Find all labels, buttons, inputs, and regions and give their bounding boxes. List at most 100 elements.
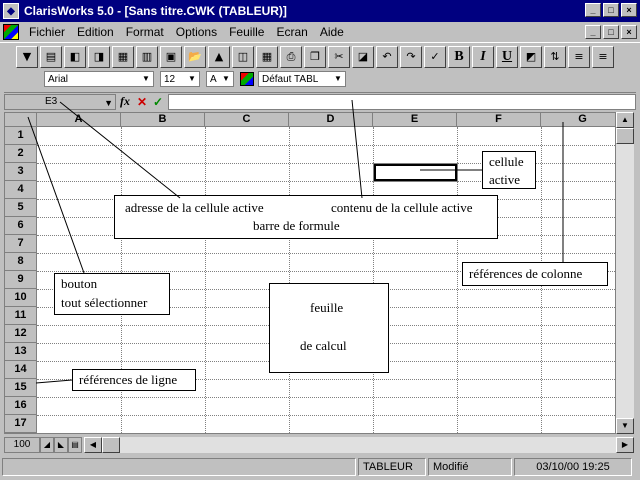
row-header-17[interactable]: 17 <box>5 415 37 433</box>
column-header-g[interactable]: G <box>541 113 615 127</box>
row-header-9[interactable]: 9 <box>5 271 37 289</box>
menu-format[interactable]: Format <box>120 25 170 39</box>
text-color-select[interactable]: A ▼ <box>206 71 234 87</box>
open-folder-icon[interactable]: ▲ <box>208 45 230 68</box>
scroll-left-icon[interactable]: ◀ <box>84 437 102 453</box>
hscroll-thumb[interactable] <box>102 437 120 453</box>
new-communication-icon[interactable]: ▣ <box>160 45 182 68</box>
annotation-column-refs: références de colonne <box>462 262 608 286</box>
row-header-10[interactable]: 10 <box>5 289 37 307</box>
new-spreadsheet-icon[interactable]: ▦ <box>112 45 134 68</box>
toolbar-menu-dropdown[interactable]: ▼ <box>16 45 38 68</box>
formula-input[interactable] <box>168 93 636 110</box>
column-header-e[interactable]: E <box>373 113 457 127</box>
chevron-down-icon: ▼ <box>104 97 113 108</box>
title-bar: ◆ ClarisWorks 5.0 - [Sans titre.CWK (TAB… <box>0 0 640 22</box>
new-drawing-icon[interactable]: ◧ <box>64 45 86 68</box>
sort-icon[interactable]: ⇅ <box>544 45 566 68</box>
bold-button[interactable]: B <box>448 45 470 68</box>
annotation-active-cell: cellule active <box>482 151 536 189</box>
chart-icon[interactable]: ◩ <box>520 45 542 68</box>
doc-restore-button[interactable]: □ <box>603 25 619 39</box>
scroll-thumb[interactable] <box>616 128 634 144</box>
app-icon[interactable]: ◆ <box>3 3 19 19</box>
cut-icon[interactable]: ✂ <box>328 45 350 68</box>
zoom-level[interactable]: 100 <box>4 437 40 453</box>
menu-aide[interactable]: Aide <box>314 25 350 39</box>
text-color-value: A <box>210 73 217 85</box>
underline-button[interactable]: U <box>496 45 518 68</box>
scroll-right-icon[interactable]: ▶ <box>616 437 634 453</box>
active-cell[interactable] <box>373 163 458 182</box>
grid-column-line <box>457 127 458 433</box>
row-header-1[interactable]: 1 <box>5 127 37 145</box>
menu-feuille[interactable]: Feuille <box>223 25 270 39</box>
undo-icon[interactable]: ↶ <box>376 45 398 68</box>
row-header-7[interactable]: 7 <box>5 235 37 253</box>
maximize-button[interactable]: □ <box>603 3 619 17</box>
doc-minimize-button[interactable]: _ <box>585 25 601 39</box>
row-header-6[interactable]: 6 <box>5 217 37 235</box>
column-header-a[interactable]: A <box>37 113 121 127</box>
format-bar: Arial ▼ 12 ▼ A ▼ Défaut TABL ▼ <box>0 70 640 88</box>
menu-edition[interactable]: Edition <box>71 25 120 39</box>
row-header-11[interactable]: 11 <box>5 307 37 325</box>
new-database-icon[interactable]: ▥ <box>136 45 158 68</box>
row-header-2[interactable]: 2 <box>5 145 37 163</box>
row-header-3[interactable]: 3 <box>5 163 37 181</box>
color-palette-icon[interactable] <box>240 72 254 86</box>
new-painting-icon[interactable]: ◨ <box>88 45 110 68</box>
cancel-icon[interactable]: ✕ <box>134 95 150 109</box>
row-header-15[interactable]: 15 <box>5 379 37 397</box>
open-file-icon[interactable]: 📂 <box>184 45 206 68</box>
show-pane-icon[interactable]: ▤ <box>68 437 82 453</box>
column-header-c[interactable]: C <box>205 113 289 127</box>
row-header-13[interactable]: 13 <box>5 343 37 361</box>
menu-ecran[interactable]: Ecran <box>270 25 313 39</box>
style-select[interactable]: Défaut TABL ▼ <box>258 71 346 87</box>
align-left-icon[interactable]: ≡ <box>568 45 590 68</box>
copy-icon[interactable]: ❐ <box>304 45 326 68</box>
size-select[interactable]: 12 ▼ <box>160 71 200 87</box>
zoom-out-icon[interactable]: ◢ <box>40 437 54 453</box>
close-button[interactable]: × <box>621 3 637 17</box>
window-title: ClarisWorks 5.0 - [Sans titre.CWK (TABLE… <box>24 4 287 18</box>
font-select[interactable]: Arial ▼ <box>44 71 154 87</box>
row-header-8[interactable]: 8 <box>5 253 37 271</box>
annotation-address: adresse de la cellule active <box>125 200 264 215</box>
select-all-button[interactable] <box>5 113 37 127</box>
scroll-up-icon[interactable]: ▲ <box>616 112 634 128</box>
vertical-scrollbar[interactable]: ▲ ▼ <box>616 112 634 434</box>
print-icon[interactable]: ⎙ <box>280 45 302 68</box>
menu-bar: Fichier Edition Format Options Feuille E… <box>0 22 640 42</box>
column-header-d[interactable]: D <box>289 113 373 127</box>
new-text-document-icon[interactable]: ▤ <box>40 45 62 68</box>
row-header-5[interactable]: 5 <box>5 199 37 217</box>
menu-options[interactable]: Options <box>170 25 223 39</box>
save-icon[interactable]: ◫ <box>232 45 254 68</box>
italic-button[interactable]: I <box>472 45 494 68</box>
spellcheck-icon[interactable]: ✓ <box>424 45 446 68</box>
zoom-in-icon[interactable]: ◣ <box>54 437 68 453</box>
align-center-icon[interactable]: ≡ <box>592 45 614 68</box>
row-header-14[interactable]: 14 <box>5 361 37 379</box>
column-header-f[interactable]: F <box>457 113 541 127</box>
row-header-4[interactable]: 4 <box>5 181 37 199</box>
doc-close-button[interactable]: × <box>621 25 637 39</box>
redo-icon[interactable]: ↷ <box>400 45 422 68</box>
horizontal-scrollbar[interactable]: ◀ ▶ <box>84 437 634 453</box>
cell-address-box[interactable]: E3 ▼ <box>4 93 116 110</box>
row-header-12[interactable]: 12 <box>5 325 37 343</box>
menu-fichier[interactable]: Fichier <box>23 25 71 39</box>
function-button[interactable]: fx <box>116 94 134 109</box>
formula-bar: E3 ▼ fx ✕ ✓ <box>4 92 636 110</box>
document-icon[interactable] <box>3 24 19 40</box>
accept-icon[interactable]: ✓ <box>150 95 166 109</box>
row-header-16[interactable]: 16 <box>5 397 37 415</box>
grid-column-line <box>205 127 206 433</box>
paste-icon[interactable]: ◪ <box>352 45 374 68</box>
minimize-button[interactable]: _ <box>585 3 601 17</box>
table-icon[interactable]: ▦ <box>256 45 278 68</box>
column-header-b[interactable]: B <box>121 113 205 127</box>
scroll-down-icon[interactable]: ▼ <box>616 418 634 434</box>
